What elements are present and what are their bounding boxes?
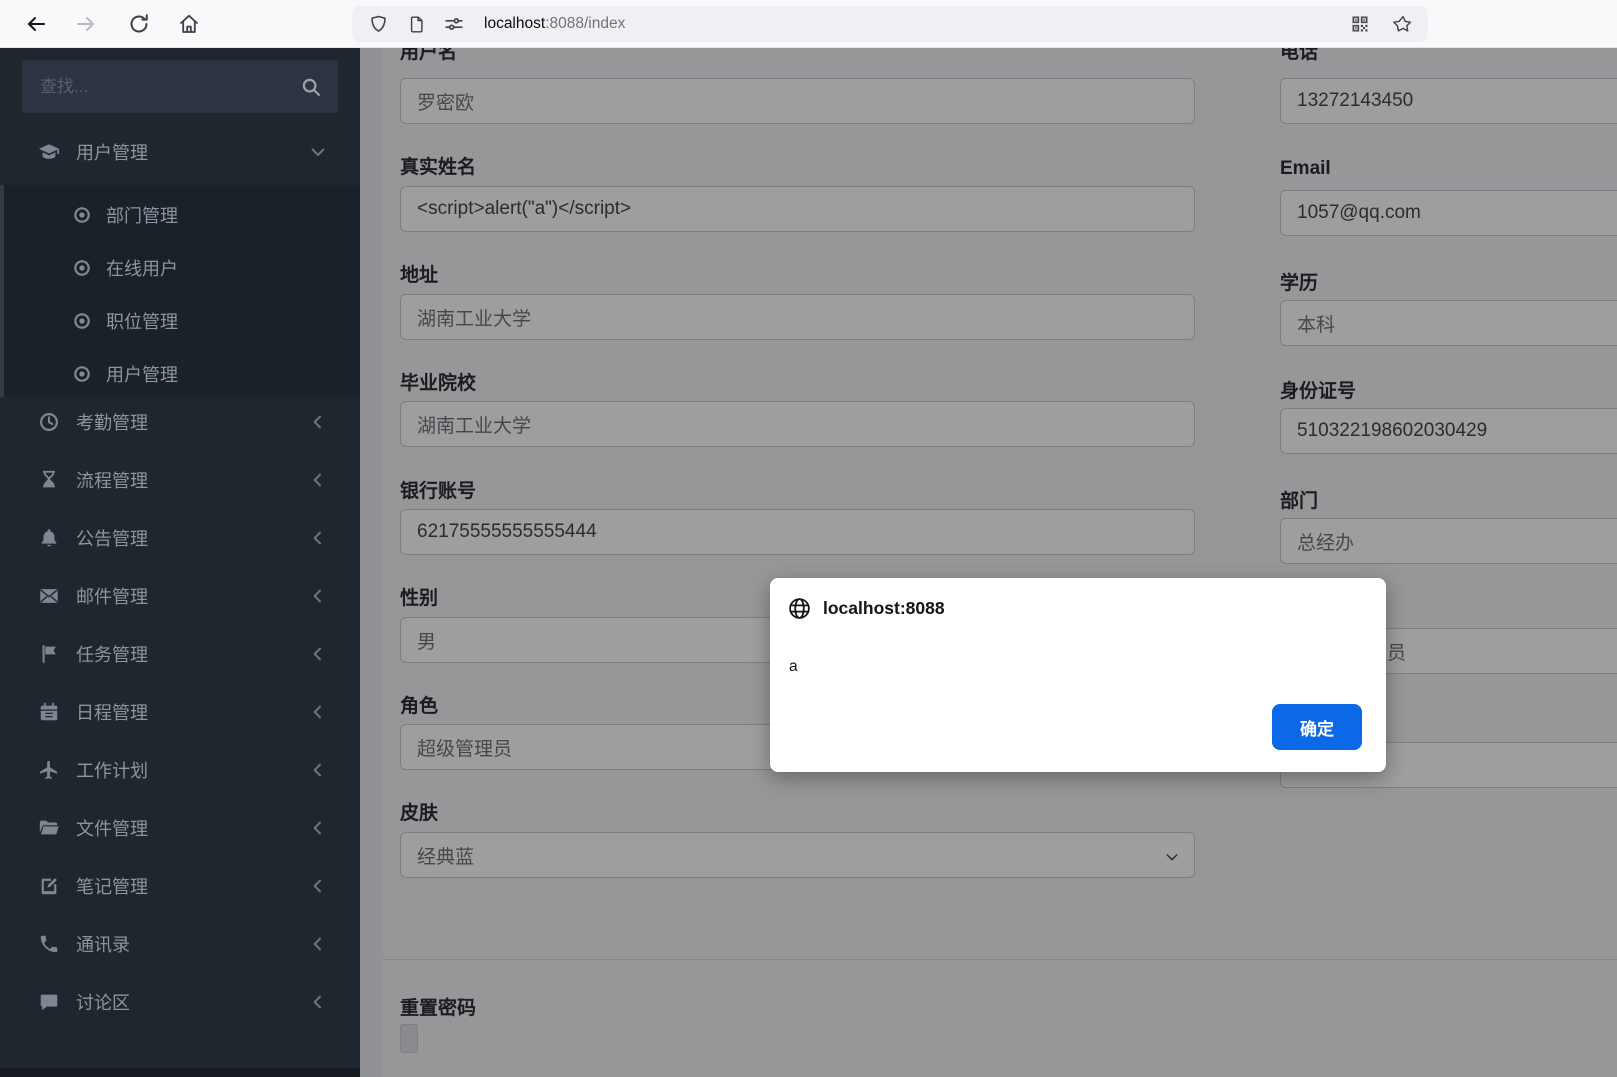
sidebar-item-online-users[interactable]: 在线用户	[4, 241, 360, 294]
sidebar-search[interactable]	[22, 60, 338, 113]
dot-circle-icon	[72, 364, 92, 384]
sidebar-item-announcements[interactable]: 公告管理	[0, 510, 360, 566]
sidebar-item-workflow[interactable]: 流程管理	[0, 452, 360, 508]
chevron-left-icon	[308, 818, 328, 838]
submenu-item-label: 部门管理	[106, 202, 178, 228]
back-icon	[24, 12, 48, 36]
sidebar-item-schedule[interactable]: 日程管理	[0, 684, 360, 740]
note-edit-icon	[38, 875, 60, 897]
search-icon[interactable]	[300, 76, 322, 98]
chevron-down-icon	[308, 142, 328, 162]
back-button[interactable]	[20, 8, 52, 40]
globe-icon	[787, 596, 812, 621]
alert-message: a	[789, 658, 798, 676]
sidebar-item-label: 笔记管理	[76, 873, 148, 899]
browser-toolbar: localhost:8088/index	[0, 0, 1617, 48]
submenu-item-label: 在线用户	[106, 255, 178, 281]
home-button[interactable]	[173, 8, 205, 40]
dot-circle-icon	[72, 311, 92, 331]
submenu-item-label: 用户管理	[106, 361, 178, 387]
sidebar-item-label: 公告管理	[76, 525, 148, 551]
sidebar-item-label: 考勤管理	[76, 409, 148, 435]
modal-backdrop	[360, 47, 1617, 1077]
alert-header: localhost:8088	[787, 596, 945, 621]
flag-icon	[38, 643, 60, 665]
submenu-item-label: 职位管理	[106, 308, 178, 334]
chevron-left-icon	[308, 528, 328, 548]
dot-circle-icon	[72, 258, 92, 278]
chevron-left-icon	[308, 876, 328, 896]
sidebar-item-notes[interactable]: 笔记管理	[0, 858, 360, 914]
sidebar-submenu-user-management: 部门管理 在线用户 职位管理 用户管理	[0, 185, 360, 397]
chevron-left-icon	[308, 412, 328, 432]
chevron-left-icon	[308, 644, 328, 664]
sidebar: 用户管理 部门管理 在线用户 职位管理 用户管理 考勤管理 流程管理 公告	[0, 47, 360, 1077]
chevron-left-icon	[308, 992, 328, 1012]
sidebar-item-files[interactable]: 文件管理	[0, 800, 360, 856]
sidebar-item-label: 日程管理	[76, 699, 148, 725]
sidebar-item-label: 文件管理	[76, 815, 148, 841]
comment-icon	[38, 991, 60, 1013]
envelope-icon	[38, 585, 60, 607]
hourglass-icon	[38, 469, 60, 491]
chevron-left-icon	[308, 470, 328, 490]
folder-icon	[38, 817, 60, 839]
sidebar-item-tasks[interactable]: 任务管理	[0, 626, 360, 682]
url-host: localhost	[484, 15, 545, 32]
page-info-icon[interactable]	[402, 10, 430, 38]
chevron-left-icon	[308, 760, 328, 780]
sidebar-item-label: 讨论区	[76, 989, 130, 1015]
alert-source: localhost:8088	[823, 598, 945, 619]
sidebar-item-label: 工作计划	[76, 757, 148, 783]
reload-button[interactable]	[123, 8, 155, 40]
phone-icon	[38, 933, 60, 955]
home-icon	[177, 12, 201, 36]
url-path: :8088/index	[545, 15, 625, 32]
shield-icon[interactable]	[364, 10, 392, 38]
sidebar-item-user-admin[interactable]: 用户管理	[4, 347, 360, 400]
chevron-left-icon	[308, 586, 328, 606]
clock-icon	[38, 411, 60, 433]
url-text[interactable]: localhost:8088/index	[484, 15, 1332, 33]
graduation-cap-icon	[38, 141, 60, 163]
url-bar[interactable]: localhost:8088/index	[352, 6, 1428, 42]
sidebar-item-position-management[interactable]: 职位管理	[4, 294, 360, 347]
sidebar-item-work-plan[interactable]: 工作计划	[0, 742, 360, 798]
sidebar-item-user-management[interactable]: 用户管理	[0, 124, 360, 180]
reload-icon	[127, 12, 151, 36]
permissions-icon[interactable]	[440, 10, 468, 38]
qr-code-icon[interactable]	[1346, 10, 1374, 38]
calendar-icon	[38, 701, 60, 723]
plane-icon	[38, 759, 60, 781]
sidebar-search-input[interactable]	[38, 76, 300, 98]
sidebar-item-partial	[0, 1068, 360, 1077]
chevron-left-icon	[308, 934, 328, 954]
dot-circle-icon	[72, 205, 92, 225]
forward-button[interactable]	[70, 8, 102, 40]
forward-icon	[74, 12, 98, 36]
sidebar-item-contacts[interactable]: 通讯录	[0, 916, 360, 972]
bell-icon	[38, 527, 60, 549]
bookmark-star-icon[interactable]	[1388, 10, 1416, 38]
sidebar-item-label: 通讯录	[76, 931, 130, 957]
sidebar-item-label: 邮件管理	[76, 583, 148, 609]
chevron-left-icon	[308, 702, 328, 722]
alert-ok-button[interactable]: 确定	[1272, 704, 1362, 750]
sidebar-item-label: 用户管理	[76, 139, 148, 165]
sidebar-item-mail[interactable]: 邮件管理	[0, 568, 360, 624]
sidebar-item-label: 流程管理	[76, 467, 148, 493]
sidebar-item-forum[interactable]: 讨论区	[0, 974, 360, 1030]
sidebar-item-attendance[interactable]: 考勤管理	[0, 394, 360, 450]
sidebar-item-label: 任务管理	[76, 641, 148, 667]
alert-dialog: localhost:8088 a 确定	[770, 578, 1386, 772]
sidebar-item-department-management[interactable]: 部门管理	[4, 188, 360, 241]
